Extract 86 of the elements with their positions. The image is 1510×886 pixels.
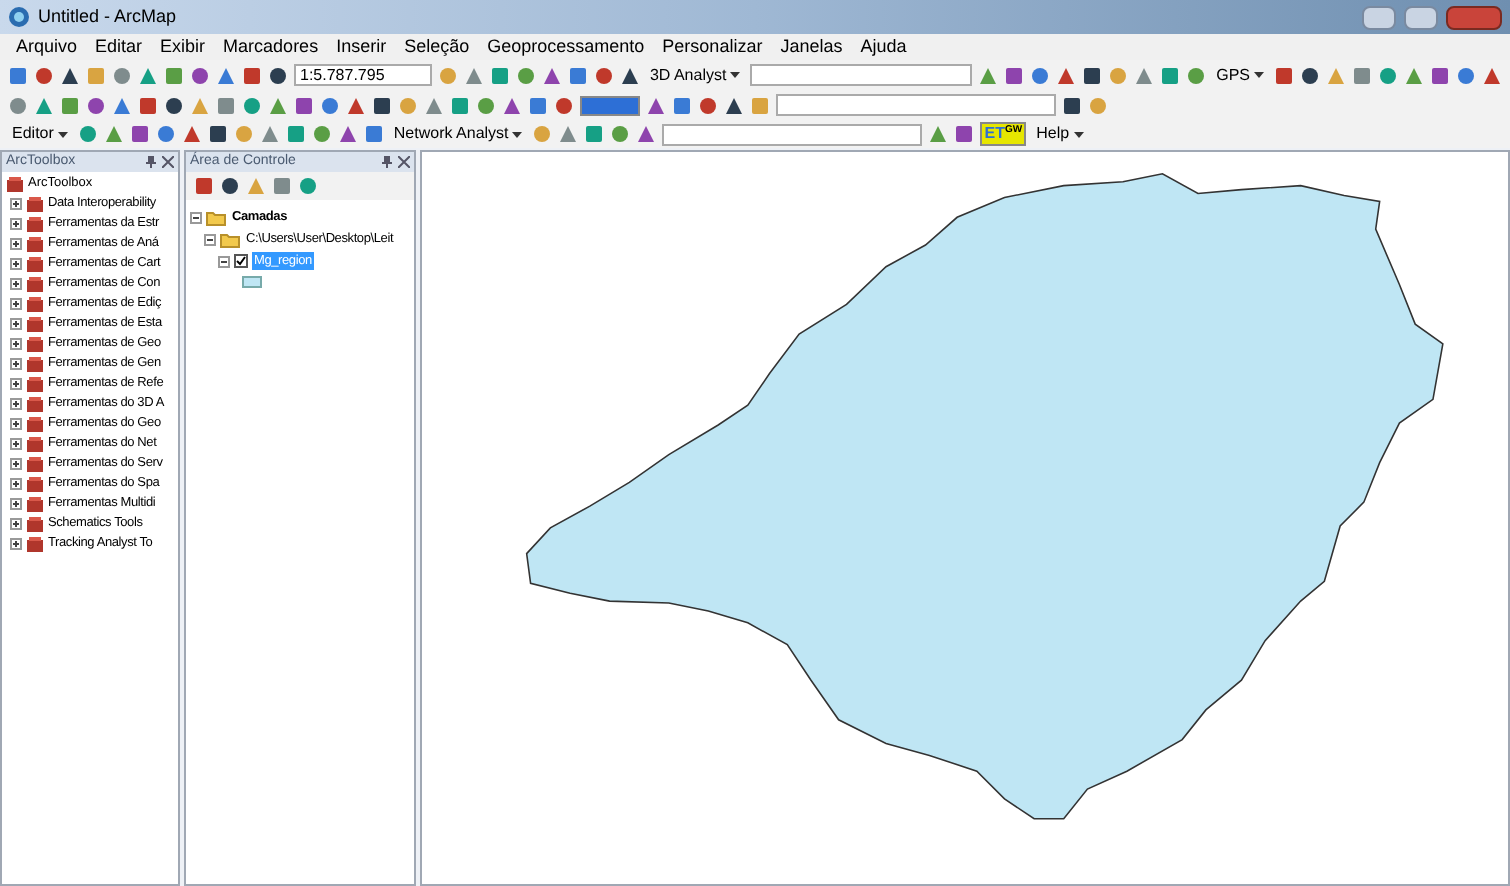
app-icon: [8, 6, 30, 28]
pin-icon[interactable]: [146, 156, 156, 168]
tool-icon[interactable]: [541, 65, 562, 85]
toolbox-icon: [26, 356, 44, 372]
expand-icon[interactable]: [10, 298, 22, 310]
collapse-icon[interactable]: [218, 255, 230, 267]
toolbox-icon: [26, 536, 44, 552]
expand-icon[interactable]: [10, 318, 22, 330]
3d-analyst-menu[interactable]: 3D Analyst: [645, 63, 745, 87]
menu-item[interactable]: Exibir: [160, 33, 206, 61]
expand-icon[interactable]: [10, 398, 22, 410]
tool-icon[interactable]: [1082, 65, 1103, 85]
expand-icon[interactable]: [10, 458, 22, 470]
menu-item[interactable]: Marcadores: [223, 33, 319, 61]
menu-item[interactable]: Arquivo: [16, 33, 78, 61]
menu-item[interactable]: Editar: [95, 33, 143, 61]
tool-icon[interactable]: [1004, 65, 1025, 85]
expand-icon[interactable]: [10, 498, 22, 510]
tool-icon[interactable]: [954, 124, 975, 144]
menu-item[interactable]: Seleção: [404, 33, 470, 61]
editor-menu[interactable]: Editor: [8, 122, 72, 146]
toolbox-icon: [26, 496, 44, 512]
menu-item[interactable]: Janelas: [780, 33, 843, 61]
toolbox-icon: [6, 176, 24, 192]
expand-icon[interactable]: [10, 198, 22, 210]
toolbox-icon: [26, 236, 44, 252]
expand-icon[interactable]: [10, 238, 22, 250]
toolbox-icon: [26, 336, 44, 352]
toolbox-icon: [26, 416, 44, 432]
scale-field[interactable]: 1:5.787.795: [294, 64, 432, 86]
expand-icon[interactable]: [10, 538, 22, 550]
tool-icon[interactable]: [337, 124, 358, 144]
caret-icon[interactable]: [1254, 72, 1264, 78]
menu-item[interactable]: Inserir: [336, 33, 387, 61]
toolbox-icon: [26, 196, 44, 212]
expand-icon[interactable]: [10, 438, 22, 450]
tool-icon[interactable]: [593, 65, 614, 85]
toolbox-icon: [26, 296, 44, 312]
close-button[interactable]: [1446, 5, 1502, 29]
toolbox-icon: [26, 516, 44, 532]
expand-icon[interactable]: [10, 258, 22, 270]
expand-icon[interactable]: [10, 478, 22, 490]
toolbox-icon: [26, 376, 44, 392]
gps-menu[interactable]: GPS: [1212, 63, 1268, 87]
checked-checkbox[interactable]: [234, 254, 248, 268]
window-title: Untitled - ArcMap: [38, 3, 177, 30]
tool-icon[interactable]: [1056, 65, 1077, 85]
toolbox-icon: [26, 476, 44, 492]
tool-icon[interactable]: [636, 124, 657, 144]
toolbox-icon: [26, 316, 44, 332]
network-analyst-menu[interactable]: Network Analyst: [389, 122, 527, 146]
toolbox-icon: [26, 216, 44, 232]
tool-icon[interactable]: [181, 124, 202, 144]
close-icon[interactable]: [398, 156, 410, 168]
close-icon[interactable]: [162, 156, 174, 168]
toolbox-icon: [26, 456, 44, 472]
toolbox-icon: [26, 256, 44, 272]
collapse-icon[interactable]: [204, 233, 216, 245]
toolbox-icon: [26, 436, 44, 452]
tool-icon[interactable]: [207, 124, 228, 144]
color-dropdown[interactable]: [580, 95, 640, 115]
help-menu[interactable]: Help: [1032, 122, 1088, 146]
collapse-icon[interactable]: [190, 211, 202, 223]
tool-icon[interactable]: [129, 124, 150, 144]
expand-icon[interactable]: [10, 418, 22, 430]
toolbox-icon: [26, 276, 44, 292]
expand-icon[interactable]: [10, 338, 22, 350]
expand-icon[interactable]: [10, 518, 22, 530]
caret-icon[interactable]: [57, 131, 68, 137]
dropdown-field[interactable]: [776, 94, 1056, 116]
expand-icon[interactable]: [10, 218, 22, 230]
pin-icon[interactable]: [382, 156, 392, 168]
expand-icon[interactable]: [10, 278, 22, 290]
menu-item[interactable]: Personalizar: [662, 33, 763, 61]
dropdown-field[interactable]: [662, 123, 923, 145]
expand-icon[interactable]: [10, 378, 22, 390]
scale-value: 1:5.787.795: [300, 63, 385, 87]
expand-icon[interactable]: [10, 358, 22, 370]
caret-icon[interactable]: [730, 72, 741, 78]
tool-icon[interactable]: [619, 65, 640, 85]
caret-icon[interactable]: [1073, 131, 1084, 137]
toolbox-icon: [26, 396, 44, 412]
caret-icon[interactable]: [512, 131, 523, 137]
menu-item[interactable]: Ajuda: [860, 33, 907, 61]
menu-item[interactable]: Geoprocessamento: [487, 33, 645, 61]
symbol-swatch[interactable]: [242, 275, 262, 287]
